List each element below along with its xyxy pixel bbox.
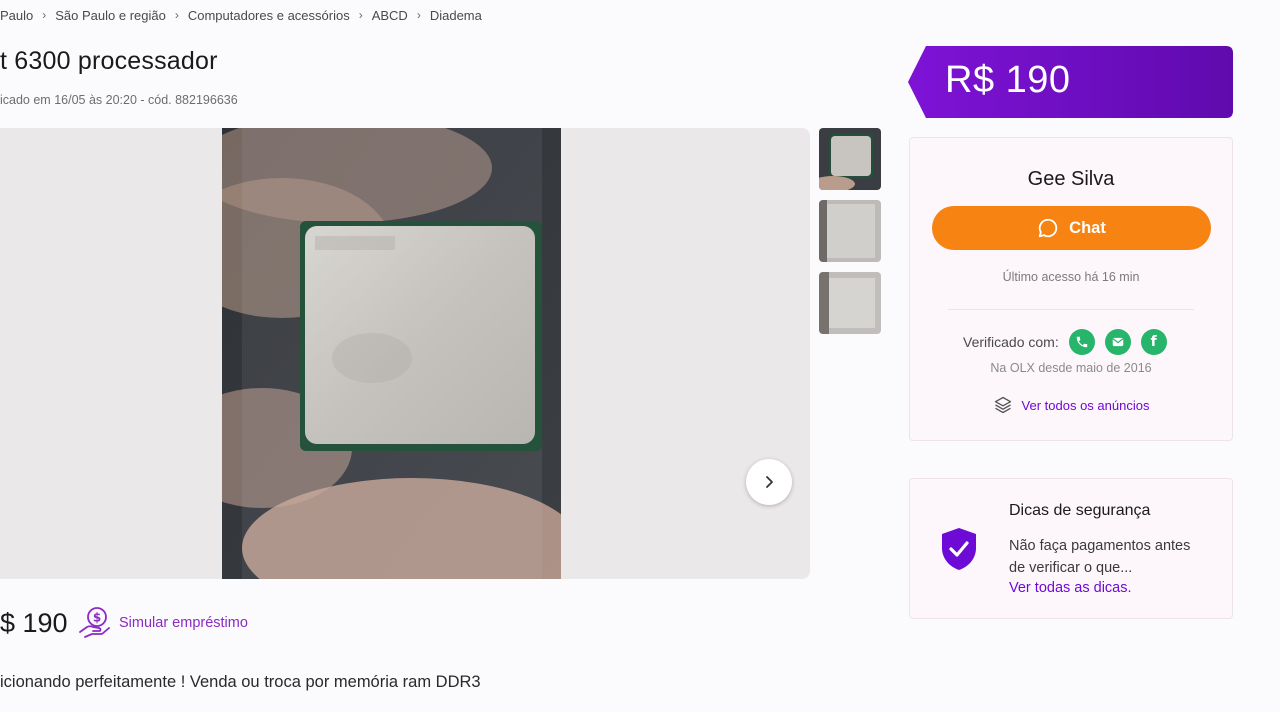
facebook-icon: f (1140, 329, 1167, 355)
thumbnail[interactable] (819, 200, 881, 262)
view-all-ads-label: Ver todos os anúncios (1021, 397, 1150, 413)
listing-meta: icado em 16/05 às 20:20 - cód. 882196636 (0, 93, 238, 107)
next-image-button[interactable] (746, 459, 792, 505)
breadcrumb-item[interactable]: Paulo (0, 8, 33, 23)
tips-title: Dicas de segurança (1009, 502, 1151, 519)
svg-text:$: $ (93, 611, 101, 625)
product-photo[interactable] (222, 128, 561, 579)
email-icon (1104, 329, 1131, 355)
phone-icon (1068, 329, 1095, 355)
verified-label: Verificado com: (963, 334, 1059, 350)
listing-description: icionando perfeitamente ! Venda ou troca… (0, 673, 481, 691)
divider (948, 309, 1194, 310)
chevron-right-icon: › (358, 8, 363, 22)
breadcrumb-item[interactable]: São Paulo e região (55, 8, 166, 23)
simulate-loan-label: Simular empréstimo (119, 615, 248, 631)
image-gallery[interactable] (0, 128, 810, 579)
breadcrumb-item[interactable]: Diadema (430, 8, 482, 23)
view-all-ads-link[interactable]: Ver todos os anúncios (910, 395, 1232, 415)
listing-title: t 6300 processador (0, 47, 218, 75)
breadcrumb-item[interactable]: Computadores e acessórios (188, 8, 350, 23)
thumbnail[interactable] (819, 272, 881, 334)
price-tag-value: R$ 190 (945, 59, 1071, 101)
chevron-right-icon: › (416, 8, 421, 22)
view-all-tips-link[interactable]: Ver todas as dicas. (1009, 580, 1132, 596)
chat-button-label: Chat (1069, 218, 1106, 237)
simulate-loan-link[interactable]: $ Simular empréstimo (78, 606, 248, 640)
chat-bubble-icon (1038, 218, 1058, 238)
layers-icon (994, 396, 1011, 414)
verified-row: Verificado com: f (963, 329, 1177, 355)
price-tag: R$ 190 (908, 46, 1233, 118)
breadcrumb-item[interactable]: ABCD (372, 8, 408, 23)
chevron-right-icon (766, 476, 773, 488)
seller-card: Gee Silva Chat Último acesso há 16 min V… (909, 137, 1233, 441)
seller-name: Gee Silva (1027, 168, 1115, 190)
safety-tips-card: Dicas de segurança Não faça pagamentos a… (909, 478, 1233, 619)
member-since: Na OLX desde maio de 2016 (990, 361, 1152, 375)
breadcrumb: Paulo › São Paulo e região › Computadore… (0, 6, 482, 24)
shield-check-icon (942, 528, 976, 570)
chat-button[interactable]: Chat (932, 206, 1211, 250)
chevron-right-icon: › (174, 8, 179, 22)
listing-price: $ 190 (0, 608, 68, 638)
last-access: Último acesso há 16 min (1002, 270, 1140, 284)
chevron-right-icon: › (42, 8, 47, 22)
thumbnail[interactable] (819, 128, 881, 190)
tips-text: Não faça pagamentos antes de verificar o… (1009, 538, 1191, 576)
money-hand-icon: $ (79, 607, 110, 638)
